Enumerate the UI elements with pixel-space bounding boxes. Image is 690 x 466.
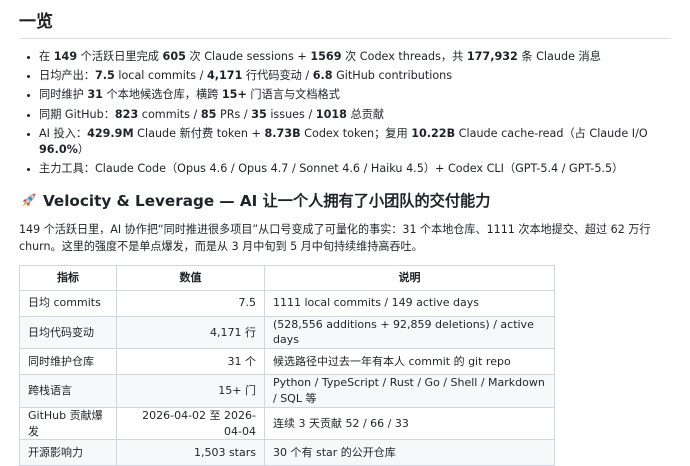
bold-value: 8.73B (264, 126, 301, 140)
list-text: 同时维护 (39, 88, 88, 102)
list-text: 门语言与文档格式 (246, 88, 340, 102)
value-cell: 15+ 门 (116, 373, 265, 408)
document-page: 一览 在 149 个活跃日里完成 605 次 Claude sessions +… (0, 0, 690, 466)
bold-value: 605 (162, 50, 186, 63)
bold-value: 177,932 (466, 50, 518, 63)
list-text: 在 (39, 50, 54, 63)
list-text: Claude cache-read（占 Claude I/O (455, 126, 648, 140)
description-cell: 1111 local commits / 149 active days (264, 290, 555, 317)
section-title: Velocity & Leverage — AI 让一个人拥有了小团队的交付能力 (43, 191, 491, 210)
value-cell: 31 个 (116, 348, 265, 375)
section-heading: Velocity & Leverage — AI 让一个人拥有了小团队的交付能力 (19, 190, 671, 212)
value-cell: 2026-04-02 至 2026-04-04 (116, 406, 265, 441)
description-cell: 候选路径中过去一年有本人 commit 的 git repo (264, 348, 555, 375)
list-text: 同期 GitHub： (39, 107, 115, 121)
bold-value: 1018 (315, 107, 347, 121)
bold-value: 35 (251, 107, 267, 121)
list-text: Claude 新付费 token + (133, 126, 265, 140)
table-row: GitHub 贡献爆发 2026-04-02 至 2026-04-04 连续 3 天… (19, 406, 555, 441)
metric-cell: 开源影响力 (19, 439, 117, 466)
list-text: GitHub contributions (332, 69, 453, 83)
bold-value: 429.9M (87, 126, 134, 140)
list-text: 次 Codex threads，共 (341, 50, 467, 63)
metrics-table: 指标 数值 说明 日均 commits 7.5 1111 local commits… (19, 264, 555, 466)
list-text: AI 投入： (39, 126, 88, 140)
bold-value: 96.0% (39, 142, 78, 156)
section-intro: 149 个活跃日里，AI 协作把“同时推进很多项目”从口号变成了可量化的事实：3… (19, 222, 651, 254)
value-cell: 1,503 stars (116, 439, 265, 466)
list-item: AI 投入：429.9M Claude 新付费 token + 8.73B Co… (39, 126, 671, 158)
overview-heading: 一览 (19, 9, 671, 39)
value-cell: 7.5 (116, 290, 265, 317)
column-header-value: 数值 (116, 264, 265, 292)
list-text: 个活跃日里完成 (77, 50, 163, 63)
overview-list: 在 149 个活跃日里完成 605 次 Claude sessions + 15… (19, 49, 671, 177)
column-header-description: 说明 (264, 264, 555, 292)
list-item: 日均产出：7.5 local commits / 4,171 行代码变动 / 6… (39, 68, 671, 84)
list-text: ） (77, 142, 90, 156)
table-row: 日均 commits 7.5 1111 local commits / 149 ac… (19, 290, 555, 317)
bold-value: 823 (114, 107, 139, 121)
description-cell: Python / TypeScript / Rust / Go / Shell … (264, 373, 555, 408)
table-row: 跨栈语言 15+ 门 Python / TypeScript / Rust / Go… (19, 373, 555, 408)
rocket-icon (19, 192, 37, 210)
list-text: PRs / (216, 107, 252, 121)
list-text: commits / (138, 107, 201, 121)
description-cell: (528,556 additions + 92,859 deletions) /… (264, 315, 555, 350)
list-text: issues / (266, 107, 316, 121)
table-row: 日均代码变动 4,171 行 (528,556 additions + 92,859… (19, 315, 555, 350)
bold-value: 4,171 (206, 69, 243, 83)
description-cell: 连续 3 天贡献 52 / 66 / 33 (264, 406, 555, 441)
metric-cell: 日均 commits (19, 290, 117, 317)
metric-cell: 日均代码变动 (19, 315, 117, 350)
bold-value: 85 (200, 107, 217, 121)
value-cell: 4,171 行 (116, 315, 265, 350)
list-item: 同时维护 31 个本地候选仓库，横跨 15+ 门语言与文档格式 (39, 87, 671, 103)
description-cell: 30 个有 star 的公开仓库 (264, 439, 555, 466)
bold-value: 6.8 (312, 69, 333, 83)
table-header-row: 指标 数值 说明 (19, 264, 555, 292)
bold-value: 31 (87, 88, 103, 102)
list-item: 在 149 个活跃日里完成 605 次 Claude sessions + 15… (39, 49, 671, 65)
list-item: 同期 GitHub：823 commits / 85 PRs / 35 issu… (39, 107, 671, 123)
bold-value: 1569 (310, 50, 342, 63)
list-text: 次 Claude sessions + (185, 50, 311, 63)
bold-value: 7.5 (94, 69, 115, 83)
table-row: 开源影响力 1,503 stars 30 个有 star 的公开仓库 (19, 439, 555, 466)
metric-cell: GitHub 贡献爆发 (19, 406, 117, 441)
list-text: 主力工具：Claude Code（Opus 4.6 / Opus 4.7 / S… (39, 161, 624, 175)
bold-value: 10.22B (411, 126, 456, 140)
list-text: local commits / (114, 69, 207, 83)
metric-cell: 跨栈语言 (19, 373, 117, 408)
bold-value: 149 (53, 50, 78, 63)
list-text: 条 Claude 消息 (517, 50, 601, 63)
table-row: 同时维护仓库 31 个候选路径中过去一年有本人 commit 的 git repo (19, 348, 555, 375)
bold-value: 15+ (221, 88, 247, 102)
list-text: 个本地候选仓库，横跨 (102, 88, 222, 102)
list-text: 总贡献 (346, 107, 385, 121)
list-text: 行代码变动 / (242, 69, 313, 83)
column-header-metric: 指标 (19, 264, 117, 292)
list-item: 主力工具：Claude Code（Opus 4.6 / Opus 4.7 / S… (39, 161, 671, 177)
list-text: Codex token；复用 (300, 126, 412, 140)
metric-cell: 同时维护仓库 (19, 348, 117, 375)
list-text: 日均产出： (39, 69, 95, 83)
